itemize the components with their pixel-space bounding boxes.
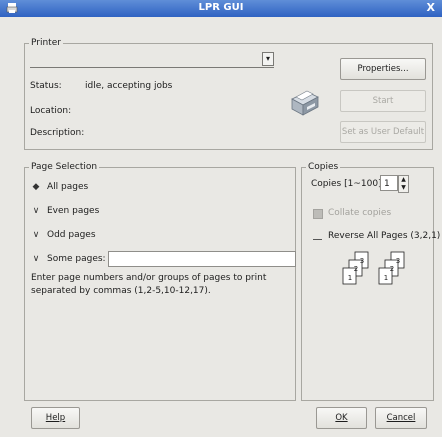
radio-odd-pages-label: Odd pages [47, 230, 96, 240]
spin-arrows-icon[interactable]: ▲ ▼ [398, 175, 409, 193]
set-default-button[interactable]: Set as User Default [340, 121, 426, 143]
radio-some-pages[interactable]: ∨ Some pages: [31, 252, 106, 266]
reverse-checkbox[interactable] [313, 233, 322, 240]
help-button[interactable]: Help [31, 407, 80, 429]
status-value: idle, accepting jobs [85, 81, 173, 91]
printer-device-icon [291, 90, 319, 116]
stack1-page-1: 1 [348, 274, 352, 282]
page-selection-label: Page Selection [31, 162, 98, 172]
collate-label: Collate copies [328, 208, 392, 218]
reverse-label: Reverse All Pages (3,2,1) [328, 231, 441, 241]
close-icon[interactable]: X [427, 1, 435, 14]
cancel-button[interactable]: Cancel [375, 407, 427, 429]
stack1-page-2: 2 [354, 265, 358, 273]
radio-odd-pages[interactable]: ∨ Odd pages [31, 228, 96, 242]
collate-checkbox[interactable] [313, 209, 323, 219]
title-bar: LPR GUI X [0, 0, 442, 17]
printer-group-label: Printer [31, 38, 61, 48]
radio-selected-icon: ◆ [32, 182, 40, 192]
stack1-page-3: 3 [360, 257, 364, 265]
copies-spinbox[interactable]: 1 [380, 175, 398, 191]
status-label: Status: [30, 81, 62, 91]
window-title: LPR GUI [198, 2, 244, 13]
some-pages-input[interactable] [108, 251, 296, 267]
radio-unselected-icon: ∨ [32, 206, 40, 216]
stack2-page-3: 3 [396, 257, 400, 265]
radio-even-pages[interactable]: ∨ Even pages [31, 204, 100, 218]
stack2-page-1: 1 [384, 274, 388, 282]
stack2-page-2: 2 [390, 265, 394, 273]
radio-all-pages-label: All pages [47, 182, 89, 192]
location-label: Location: [30, 106, 72, 116]
radio-even-pages-label: Even pages [47, 206, 100, 216]
printer-select[interactable]: ▾ [30, 52, 274, 68]
ok-button[interactable]: OK [316, 407, 367, 429]
radio-some-pages-label: Some pages: [47, 254, 106, 264]
copies-group-label: Copies [308, 162, 339, 172]
copies-label: Copies [1~100]: [311, 179, 385, 189]
dropdown-arrow-icon[interactable]: ▾ [262, 52, 274, 66]
start-button[interactable]: Start [340, 90, 426, 112]
properties-button[interactable]: Properties... [340, 58, 426, 80]
page-range-hint: Enter page numbers and/or groups of page… [31, 273, 267, 296]
radio-unselected-icon: ∨ [32, 230, 40, 240]
radio-all-pages[interactable]: ◆ All pages [31, 180, 89, 194]
description-label: Description: [30, 128, 85, 138]
radio-unselected-icon: ∨ [32, 254, 40, 264]
collate-pages-icon: 3 2 1 3 2 1 [342, 251, 405, 285]
